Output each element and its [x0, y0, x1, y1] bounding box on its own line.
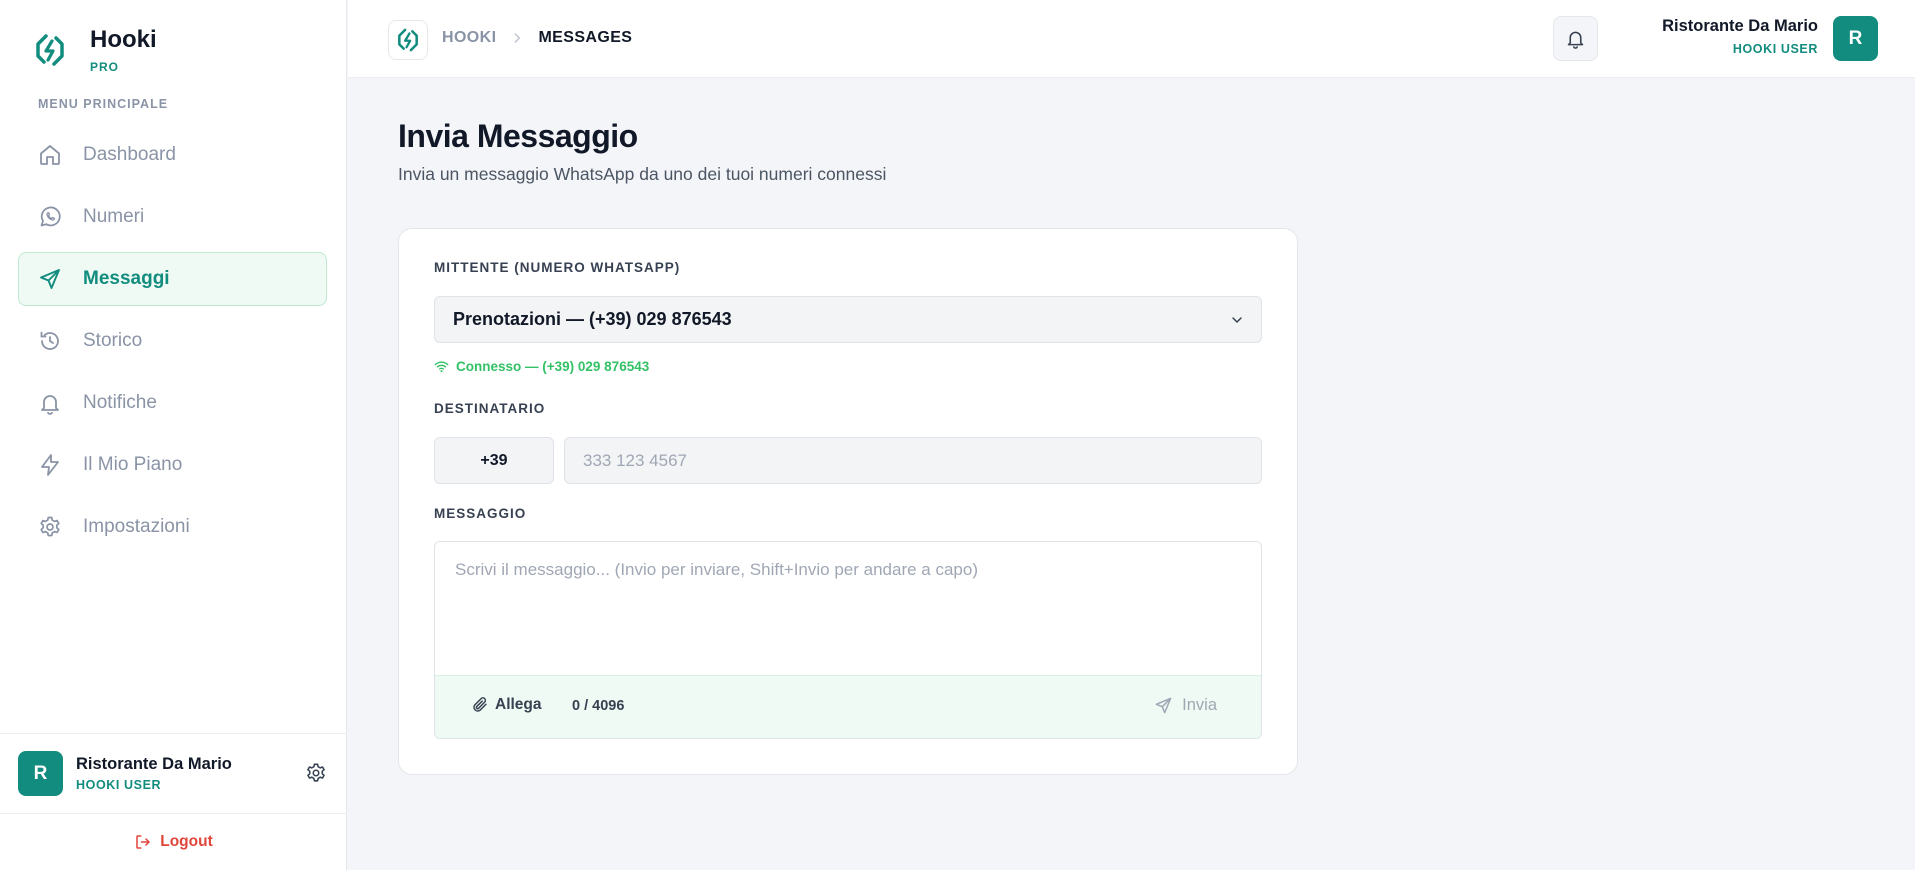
sidebar-item-label: Storico [83, 330, 143, 351]
bell-icon [1567, 31, 1584, 49]
sidebar-item-label: Impostazioni [83, 516, 190, 537]
chevron-down-icon [1232, 317, 1242, 323]
sidebar-user-card[interactable]: R Ristorante Da Mario HOOKI USER [0, 733, 347, 814]
wifi-icon [434, 361, 449, 373]
sidebar-nav: Dashboard Numeri Messaggi Storico Notifi… [18, 128, 327, 562]
sidebar-item-storico[interactable]: Storico [18, 314, 327, 368]
connection-status: Connesso — (+39) 029 876543 [434, 359, 649, 374]
hooki-logo-icon [36, 34, 64, 66]
breadcrumb-home-link[interactable]: HOOKI [442, 29, 496, 47]
header-user-info[interactable]: Ristorante Da Mario HOOKI USER [1662, 17, 1818, 56]
send-icon [37, 266, 63, 292]
history-icon [37, 328, 63, 354]
character-counter: 0 / 4096 [572, 698, 625, 714]
top-bar: HOOKI MESSAGES Ristorante Da Mario HOOKI… [348, 0, 1915, 78]
brand[interactable]: Hooki PRO [32, 26, 157, 74]
attach-button[interactable]: Allega [471, 696, 542, 714]
user-name: Ristorante Da Mario [1662, 17, 1818, 35]
sidebar-item-dashboard[interactable]: Dashboard [18, 128, 327, 182]
logout-icon [136, 835, 150, 849]
sidebar: Hooki PRO MENU PRINCIPALE Dashboard Nume… [0, 0, 347, 870]
sender-label: MITTENTE (NUMERO WHATSAPP) [434, 260, 681, 275]
sender-select[interactable]: Prenotazioni — (+39) 029 876543 [434, 296, 1262, 343]
chevron-right-icon [510, 31, 524, 45]
sidebar-item-impostazioni[interactable]: Impostazioni [18, 500, 327, 554]
bell-icon [37, 390, 63, 416]
gear-icon [37, 514, 63, 540]
phone-input[interactable] [564, 437, 1262, 484]
page-subtitle: Invia un messaggio WhatsApp da uno dei t… [398, 164, 887, 184]
sidebar-item-messaggi[interactable]: Messaggi [18, 252, 327, 306]
message-label: MESSAGGIO [434, 506, 527, 521]
logout-button[interactable]: Logout [0, 814, 347, 870]
menu-section-title: MENU PRINCIPALE [38, 97, 169, 111]
sidebar-item-label: Il Mio Piano [83, 454, 183, 475]
sidebar-item-label: Dashboard [83, 144, 176, 165]
user-name: Ristorante Da Mario [76, 755, 232, 773]
breadcrumb-current: MESSAGES [538, 29, 633, 46]
paperclip-icon [473, 697, 487, 712]
message-toolbar: Allega 0 / 4096 Invia [435, 675, 1261, 738]
send-icon [1155, 697, 1172, 714]
country-prefix-select[interactable]: +39 [434, 437, 554, 484]
page-title: Invia Messaggio [398, 118, 638, 154]
attach-label: Allega [495, 696, 542, 713]
breadcrumb: HOOKI MESSAGES [442, 29, 632, 47]
sidebar-footer: R Ristorante Da Mario HOOKI USER Logout [0, 733, 347, 870]
sidebar-item-il-mio-piano[interactable]: Il Mio Piano [18, 438, 327, 492]
brand-name: Hooki [90, 26, 157, 53]
connection-status-text: Connesso — (+39) 029 876543 [456, 359, 650, 374]
sidebar-item-numeri[interactable]: Numeri [18, 190, 327, 244]
notifications-button[interactable] [1553, 16, 1598, 61]
brand-tier-badge: PRO [90, 60, 120, 74]
send-button[interactable]: Invia [1154, 696, 1217, 715]
sidebar-item-notifiche[interactable]: Notifiche [18, 376, 327, 430]
sidebar-item-label: Numeri [83, 206, 145, 227]
avatar[interactable]: R [1833, 16, 1878, 61]
hooki-logo-icon [398, 28, 418, 52]
send-label: Invia [1182, 696, 1217, 714]
settings-gear-icon[interactable] [305, 762, 327, 784]
sidebar-item-label: Notifiche [83, 392, 157, 413]
breadcrumb-logo[interactable] [388, 20, 428, 60]
sidebar-item-label: Messaggi [83, 268, 170, 289]
message-composer: Allega 0 / 4096 Invia [434, 541, 1262, 739]
lightning-icon [37, 452, 63, 478]
sender-selected-value: Prenotazioni — (+39) 029 876543 [453, 309, 732, 329]
avatar: R [18, 751, 63, 796]
message-textarea[interactable] [435, 542, 1261, 677]
user-role: HOOKI USER [1732, 42, 1818, 56]
recipient-label: DESTINATARIO [434, 401, 546, 416]
user-role: HOOKI USER [76, 778, 162, 792]
whatsapp-icon [37, 204, 63, 230]
send-message-form: MITTENTE (NUMERO WHATSAPP) Prenotazioni … [398, 228, 1298, 775]
logout-label: Logout [160, 833, 213, 850]
home-icon [37, 142, 63, 168]
